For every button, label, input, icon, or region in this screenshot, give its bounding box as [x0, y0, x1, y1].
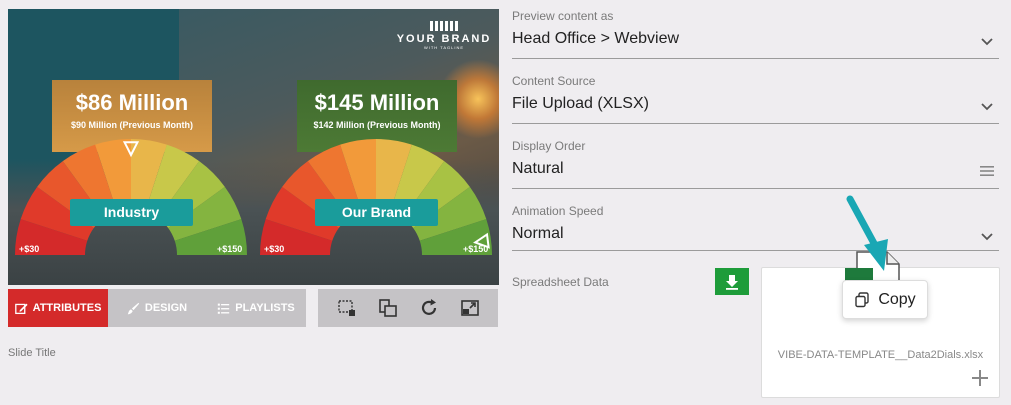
editor-tabs: ATTRIBUTES DESIGN PLAYLISTS — [8, 289, 306, 327]
field-value: Natural — [512, 160, 564, 177]
gauge-label-our-brand: Our Brand — [315, 199, 438, 226]
field-underline — [512, 123, 999, 124]
crop-select-icon — [337, 300, 355, 316]
brand-logo: YOUR BRAND WITH TAGLINE — [396, 21, 492, 50]
animation-speed-select[interactable]: Animation Speed Normal — [512, 204, 999, 254]
chevron-down-icon — [981, 233, 993, 241]
copy-label: Copy — [878, 290, 916, 308]
field-underline — [512, 250, 999, 251]
field-label: Preview content as — [512, 9, 614, 23]
gauge-industry — [15, 139, 247, 255]
download-template-button[interactable] — [715, 268, 749, 295]
tab-attributes[interactable]: ATTRIBUTES — [8, 289, 108, 327]
expand-icon — [460, 300, 479, 316]
layers-icon — [378, 299, 397, 317]
metric-amount: $145 Million — [314, 90, 440, 115]
file-name: VIBE-DATA-TEMPLATE__Data2Dials.xlsx — [777, 349, 984, 361]
brush-icon — [127, 302, 140, 314]
gauge-our-brand — [260, 139, 492, 255]
layers-button[interactable] — [377, 297, 399, 319]
brand-tagline: WITH TAGLINE — [423, 45, 465, 50]
field-underline — [512, 188, 999, 189]
field-value: Head Office > Webview — [512, 30, 680, 47]
gauge-min-label: +$30 — [264, 244, 285, 254]
preview-toolbar — [318, 289, 498, 327]
metric-previous: $90 Million (Previous Month) — [70, 120, 193, 130]
edit-icon — [14, 303, 28, 314]
menu-icon — [980, 166, 994, 176]
spreadsheet-data-label: Spreadsheet Data — [512, 275, 609, 289]
display-order-select[interactable]: Display Order Natural — [512, 139, 999, 189]
expand-button[interactable] — [459, 297, 481, 319]
chevron-down-icon — [981, 38, 993, 46]
metric-previous: $142 Million (Previous Month) — [313, 120, 441, 130]
brand-name: YOUR BRAND — [396, 33, 492, 45]
field-label: Content Source — [512, 74, 596, 88]
field-label: Display Order — [512, 139, 586, 153]
list-icon — [218, 303, 230, 314]
field-underline — [512, 58, 999, 59]
slide-title-label: Slide Title — [8, 347, 56, 359]
tab-label: PLAYLISTS — [235, 302, 295, 314]
plus-icon[interactable] — [971, 369, 989, 387]
gauge-min-label: +$30 — [19, 244, 40, 254]
slide-preview: YOUR BRAND WITH TAGLINE $86 Million $90 … — [8, 9, 499, 285]
gauge-max-label: +$150 — [463, 244, 489, 254]
crop-select-button[interactable] — [336, 297, 358, 319]
metric-amount: $86 Million — [75, 90, 189, 115]
tab-design[interactable]: DESIGN — [108, 289, 206, 327]
download-icon — [726, 274, 738, 290]
tab-playlists[interactable]: PLAYLISTS — [206, 289, 306, 327]
field-label: Animation Speed — [512, 204, 604, 218]
content-source-select[interactable]: Content Source File Upload (XLSX) — [512, 74, 999, 124]
field-value: Normal — [512, 225, 564, 242]
gauge-label-industry: Industry — [70, 199, 193, 226]
refresh-button[interactable] — [418, 297, 440, 319]
preview-content-select[interactable]: Preview content as Head Office > Webview — [512, 9, 999, 59]
gauge-max-label: +$150 — [217, 244, 243, 254]
field-value: File Upload (XLSX) — [512, 95, 649, 112]
copy-icon — [855, 291, 870, 307]
tab-label: DESIGN — [144, 302, 188, 314]
refresh-icon — [421, 299, 436, 315]
copy-button[interactable]: Copy — [842, 280, 928, 319]
chevron-down-icon — [981, 103, 993, 111]
tab-label: ATTRIBUTES — [32, 302, 102, 314]
